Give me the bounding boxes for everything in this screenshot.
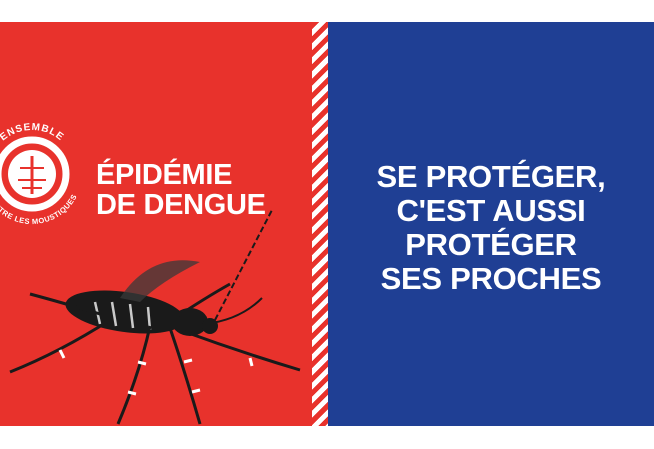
slogan-line-2: C'EST AUSSI	[396, 193, 586, 228]
left-panel: ENSEMBLE CONTRE LES MOUSTIQUES ÉPIDÉMIE …	[0, 22, 312, 426]
diagonal-stripe-divider	[312, 22, 328, 426]
campaign-banner: ENSEMBLE CONTRE LES MOUSTIQUES ÉPIDÉMIE …	[0, 22, 654, 426]
slogan-line-1: SE PROTÉGER,	[376, 159, 606, 194]
right-panel: SE PROTÉGER, C'EST AUSSI PROTÉGER SES PR…	[328, 22, 654, 426]
slogan-line-3: PROTÉGER	[405, 227, 577, 262]
mosquito-icon	[9, 209, 301, 425]
headline-line-1: ÉPIDÉMIE	[96, 159, 233, 191]
slogan-line-4: SES PROCHES	[380, 261, 602, 296]
protection-slogan: SE PROTÉGER, C'EST AUSSI PROTÉGER SES PR…	[328, 160, 654, 296]
